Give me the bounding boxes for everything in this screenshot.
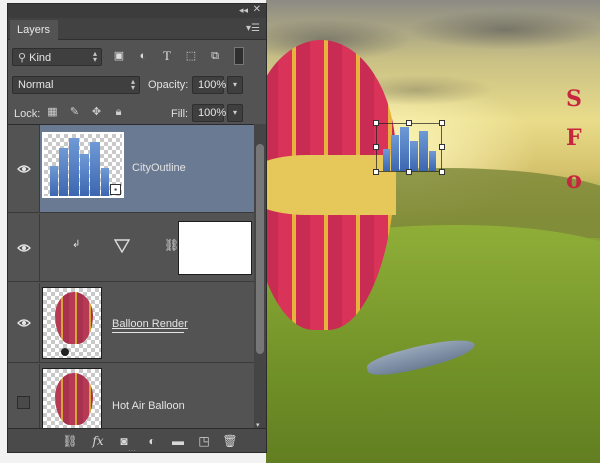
new-group-folder-icon[interactable]: ▬ <box>170 433 186 449</box>
adjustment-layer-filter-icon[interactable]: ◐ <box>136 49 150 63</box>
dropdown-arrows-icon: ▴ ▾ <box>92 49 97 64</box>
transform-handle[interactable] <box>406 120 412 126</box>
fill-input[interactable]: 100% <box>192 104 226 122</box>
opacity-input[interactable]: 100% <box>192 76 226 94</box>
tab-layers[interactable]: Layers <box>10 20 58 40</box>
smart-object-filter-icon[interactable]: ⧉ <box>208 49 222 63</box>
blend-mode-dropdown[interactable]: Normal ▴ ▾ <box>12 76 140 94</box>
transform-handle[interactable] <box>439 144 445 150</box>
lock-transparency-icon[interactable]: ▦ <box>46 106 59 119</box>
layer-name[interactable]: Hot Air Balloon <box>112 400 185 412</box>
city-building <box>410 141 418 171</box>
new-adjustment-layer-icon[interactable]: ◐ <box>144 433 160 449</box>
clipping-arrow-icon: ↲ <box>72 239 81 250</box>
link-icon[interactable]: ⛓︎ <box>164 238 179 252</box>
eye-icon[interactable] <box>17 243 31 253</box>
balloon-letter: F <box>566 125 582 151</box>
layer-style-fx-icon[interactable]: fx <box>90 433 106 449</box>
thumb-building <box>90 142 100 196</box>
shape-layer-filter-icon[interactable]: ⬚ <box>184 49 198 63</box>
opacity-slider-button[interactable]: ▾ <box>227 76 243 94</box>
transform-handle[interactable] <box>373 169 379 175</box>
visibility-column <box>8 364 40 430</box>
layer-name[interactable]: CityOutline <box>132 162 186 174</box>
thumb-building <box>59 148 68 196</box>
close-panel-icon[interactable]: ✕ <box>253 4 261 15</box>
layer-thumbnail[interactable] <box>42 287 102 359</box>
smart-object-badge-icon: ▪ <box>110 184 121 195</box>
search-icon: ⚲ <box>18 52 30 64</box>
delete-layer-trash-icon[interactable]: 🗑︎ <box>222 433 238 449</box>
thumb-building <box>101 168 109 196</box>
visibility-column <box>8 125 40 212</box>
lock-row: Lock: ▦ ✎ ✥ 🔒︎ Fill: 100% ▾ <box>8 100 266 126</box>
layer-thumbnail[interactable]: ▪ <box>42 132 124 198</box>
city-building <box>429 151 436 171</box>
layer-mask-thumbnail[interactable] <box>178 221 252 275</box>
balloon-letter: o <box>566 165 583 194</box>
lock-label: Lock: <box>14 108 41 120</box>
resize-grip-icon[interactable]: ⋯ <box>128 446 136 455</box>
layer-name-underline <box>112 332 184 333</box>
opacity-label: Opacity: <box>148 79 189 91</box>
transform-handle[interactable] <box>439 120 445 126</box>
transform-handle[interactable] <box>373 120 379 126</box>
transform-bounding-box[interactable] <box>373 120 445 175</box>
panel-menu-icon[interactable]: ▾☰ <box>246 23 260 34</box>
blend-mode-value: Normal <box>18 79 54 91</box>
thumb-building <box>80 154 89 196</box>
visibility-toggle-off[interactable] <box>17 396 30 409</box>
layer-name[interactable]: Balloon Render <box>112 318 188 330</box>
eye-icon[interactable] <box>17 318 31 328</box>
type-layer-filter-icon[interactable]: T <box>160 49 174 63</box>
visibility-column <box>8 283 40 362</box>
link-layers-icon[interactable]: ⛓︎ <box>62 433 78 449</box>
city-building <box>400 127 409 171</box>
panel-tab-row: Layers ▾☰ <box>8 18 266 40</box>
layer-row-cityoutline[interactable]: ▪ CityOutline <box>8 125 254 213</box>
layers-panel: ◂◂ ✕ Layers ▾☰ ⚲ Kind ▴ ▾ ▣ ◐ T ⬚ ⧉ Norma… <box>7 3 267 455</box>
thumb-balloon <box>55 373 93 425</box>
eye-icon[interactable] <box>17 164 31 174</box>
transform-handle[interactable] <box>439 169 445 175</box>
thumb-basket <box>61 348 69 356</box>
layer-list[interactable]: ▪ CityOutline ↲ ⛓︎ Balloon Render Hot Ai… <box>8 124 266 430</box>
fill-label: Fill: <box>171 108 189 120</box>
collapse-panel-icon[interactable]: ◂◂ <box>239 5 248 16</box>
filter-kind-dropdown[interactable]: ⚲ Kind ▴ ▾ <box>12 48 102 66</box>
balloon-band <box>246 155 396 215</box>
city-building <box>391 135 399 171</box>
visibility-column <box>8 214 40 281</box>
pixel-layer-filter-icon[interactable]: ▣ <box>112 49 126 63</box>
layer-list-scrollbar[interactable]: ▾ <box>254 124 266 430</box>
panel-footer: ⛓︎ fx ◙ ◐ ▬ ◳ 🗑︎ ⋯ <box>8 428 266 455</box>
balloon-letter: S <box>566 86 582 112</box>
scrollbar-thumb[interactable] <box>256 144 264 354</box>
fill-slider-button[interactable]: ▾ <box>227 104 243 122</box>
filter-kind-label: Kind <box>29 52 52 64</box>
blend-row: Normal ▴ ▾ Opacity: 100% ▾ <box>8 72 266 98</box>
filter-row: ⚲ Kind ▴ ▾ ▣ ◐ T ⬚ ⧉ <box>8 44 266 70</box>
gradient-map-icon <box>114 239 130 253</box>
layer-row-hot-air-balloon[interactable]: Hot Air Balloon <box>8 364 254 430</box>
city-building <box>383 149 390 171</box>
new-layer-icon[interactable]: ◳ <box>196 433 212 449</box>
thumb-building <box>50 166 58 196</box>
layer-row-adjustment[interactable]: ↲ ⛓︎ <box>8 214 254 282</box>
lock-image-pixels-icon[interactable]: ✎ <box>68 106 81 119</box>
dropdown-arrows-icon: ▴ ▾ <box>130 77 135 92</box>
lock-position-icon[interactable]: ✥ <box>90 106 103 119</box>
thumb-balloon <box>55 292 93 344</box>
transform-handle[interactable] <box>406 169 412 175</box>
thumb-building <box>69 138 79 196</box>
transform-handle[interactable] <box>373 144 379 150</box>
lock-all-icon[interactable]: 🔒︎ <box>112 106 125 119</box>
city-building <box>419 131 428 171</box>
filter-toggle-switch[interactable] <box>234 47 244 65</box>
panel-titlebar[interactable]: ◂◂ ✕ <box>8 4 266 18</box>
layer-thumbnail[interactable] <box>42 368 102 430</box>
layer-row-balloon-render[interactable]: Balloon Render <box>8 283 254 363</box>
